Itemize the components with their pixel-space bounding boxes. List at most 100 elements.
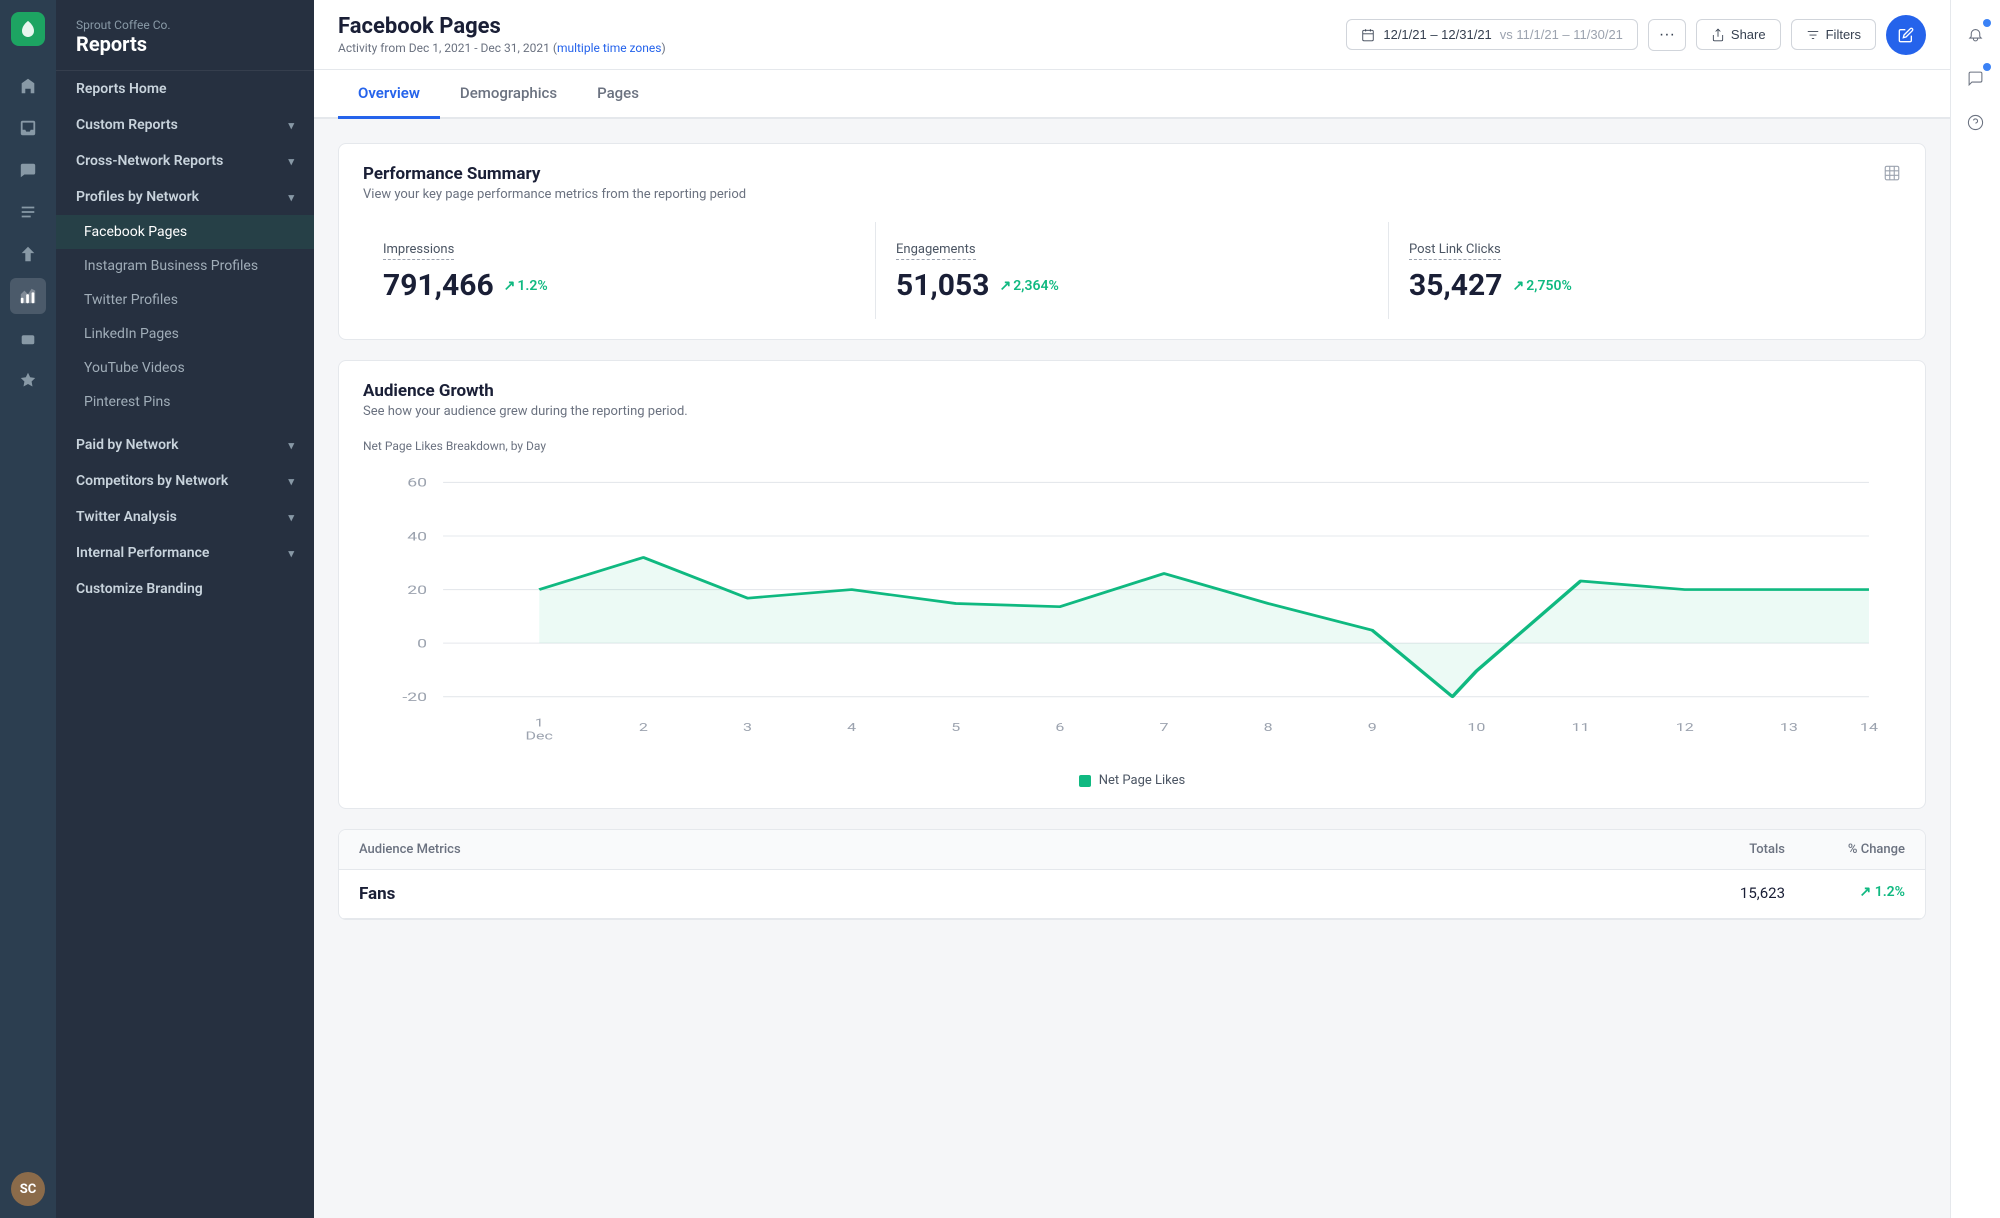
- sidebar-item-reports-home[interactable]: Reports Home: [56, 71, 314, 107]
- performance-summary-card: Performance Summary View your key page p…: [338, 143, 1926, 340]
- date-range-label: 12/1/21 – 12/31/21: [1383, 27, 1491, 42]
- svg-text:40: 40: [407, 529, 427, 543]
- help-icon[interactable]: [1958, 104, 1994, 140]
- audience-metrics-table: Audience Metrics Totals % Change Fans 15…: [338, 829, 1926, 920]
- svg-text:12: 12: [1676, 722, 1694, 735]
- up-arrow-icon: ↗: [504, 278, 516, 294]
- table-header-row: Audience Metrics Totals % Change: [339, 830, 1925, 870]
- sidebar: Sprout Coffee Co. Reports Reports Home C…: [56, 0, 314, 1218]
- svg-text:11: 11: [1572, 722, 1590, 735]
- engagements-metric: Engagements 51,053 ↗2,364%: [876, 222, 1389, 319]
- svg-text:1: 1: [535, 717, 544, 730]
- chevron-down-icon: ▾: [288, 511, 294, 524]
- audience-growth-header: Audience Growth See how your audience gr…: [363, 381, 1901, 419]
- svg-text:10: 10: [1467, 722, 1485, 735]
- nav-messages-icon[interactable]: [10, 152, 46, 188]
- chat-icon[interactable]: [1958, 60, 1994, 96]
- filters-button[interactable]: Filters: [1791, 19, 1876, 50]
- performance-summary-subtitle: View your key page performance metrics f…: [363, 187, 746, 202]
- audience-growth-title: Audience Growth: [363, 381, 688, 401]
- topbar-left: Facebook Pages Activity from Dec 1, 2021…: [338, 14, 666, 55]
- tab-pages[interactable]: Pages: [577, 70, 659, 119]
- notifications-icon[interactable]: [1958, 16, 1994, 52]
- table-icon[interactable]: [1883, 164, 1901, 186]
- nav-star-icon[interactable]: [10, 362, 46, 398]
- impressions-value: 791,466 ↗1.2%: [383, 268, 855, 303]
- nav-publish-icon[interactable]: [10, 236, 46, 272]
- svg-text:3: 3: [743, 722, 752, 735]
- impressions-change: ↗1.2%: [504, 278, 548, 294]
- logo-icon[interactable]: [11, 12, 45, 46]
- sidebar-sub-item-pinterest[interactable]: Pinterest Pins: [56, 385, 314, 419]
- post-link-clicks-value: 35,427 ↗2,750%: [1409, 268, 1881, 303]
- chevron-down-icon: ▾: [288, 547, 294, 560]
- nav-analytics-icon[interactable]: [10, 278, 46, 314]
- sidebar-item-customize-branding[interactable]: Customize Branding: [56, 571, 314, 607]
- chevron-down-icon: ▾: [288, 119, 294, 132]
- col-name-header: Audience Metrics: [359, 842, 1625, 857]
- svg-text:13: 13: [1780, 722, 1798, 735]
- tabs-bar: Overview Demographics Pages: [314, 70, 1950, 119]
- compare-range-label: vs 11/1/21 – 11/30/21: [1500, 27, 1623, 42]
- fans-label: Fans: [359, 884, 1625, 904]
- sidebar-item-paid-by-network[interactable]: Paid by Network ▾: [56, 427, 314, 463]
- sidebar-item-competitors-by-network[interactable]: Competitors by Network ▾: [56, 463, 314, 499]
- audience-growth-card: Audience Growth See how your audience gr…: [338, 360, 1926, 809]
- nav-tasks-icon[interactable]: [10, 194, 46, 230]
- audience-growth-chart: 60 40 20 0 -20 1 Dec 2 3 4 5 6 7: [363, 461, 1901, 761]
- nav-inbox-icon[interactable]: [10, 110, 46, 146]
- svg-text:0: 0: [417, 636, 427, 650]
- col-change-header: % Change: [1785, 842, 1905, 857]
- compose-button[interactable]: [1886, 15, 1926, 55]
- svg-text:14: 14: [1860, 722, 1878, 735]
- svg-text:2: 2: [639, 722, 648, 735]
- chat-badge: [1983, 63, 1991, 71]
- up-arrow-icon: ↗: [999, 278, 1011, 294]
- content-body: Performance Summary View your key page p…: [314, 119, 1950, 944]
- sidebar-sub-item-linkedin[interactable]: LinkedIn Pages: [56, 317, 314, 351]
- more-options-button[interactable]: ···: [1648, 19, 1686, 51]
- sidebar-item-internal-performance[interactable]: Internal Performance ▾: [56, 535, 314, 571]
- sidebar-item-twitter-analysis[interactable]: Twitter Analysis ▾: [56, 499, 314, 535]
- legend-dot: [1079, 775, 1091, 787]
- company-name: Sprout Coffee Co.: [76, 18, 294, 32]
- performance-summary-title: Performance Summary: [363, 164, 746, 184]
- sidebar-item-cross-network[interactable]: Cross-Network Reports ▾: [56, 143, 314, 179]
- chart-label: Net Page Likes Breakdown, by Day: [363, 439, 1901, 453]
- svg-text:4: 4: [847, 722, 856, 735]
- chevron-down-icon: ▾: [288, 475, 294, 488]
- topbar: Facebook Pages Activity from Dec 1, 2021…: [314, 0, 1950, 70]
- share-button[interactable]: Share: [1696, 19, 1781, 50]
- content-area: Overview Demographics Pages Performance …: [314, 70, 1950, 1218]
- nav-home-icon[interactable]: [10, 68, 46, 104]
- page-subtitle: Activity from Dec 1, 2021 - Dec 31, 2021…: [338, 41, 666, 55]
- sidebar-sub-item-youtube[interactable]: YouTube Videos: [56, 351, 314, 385]
- main-content: Facebook Pages Activity from Dec 1, 2021…: [314, 0, 1950, 1218]
- svg-text:6: 6: [1055, 722, 1064, 735]
- engagements-change: ↗2,364%: [999, 278, 1058, 294]
- sidebar-sub-item-instagram[interactable]: Instagram Business Profiles: [56, 249, 314, 283]
- svg-text:Dec: Dec: [526, 730, 553, 743]
- svg-text:7: 7: [1160, 722, 1169, 735]
- engagements-label: Engagements: [896, 242, 976, 260]
- chart-container: 60 40 20 0 -20 1 Dec 2 3 4 5 6 7: [363, 461, 1901, 761]
- sidebar-item-custom-reports[interactable]: Custom Reports ▾: [56, 107, 314, 143]
- sidebar-item-profiles-by-network[interactable]: Profiles by Network ▾: [56, 179, 314, 215]
- sidebar-sub-item-twitter[interactable]: Twitter Profiles: [56, 283, 314, 317]
- user-avatar[interactable]: SC: [11, 1172, 45, 1206]
- table-row: Fans 15,623 ↗ 1.2%: [339, 870, 1925, 919]
- date-range-button[interactable]: 12/1/21 – 12/31/21 vs 11/1/21 – 11/30/21: [1346, 19, 1638, 50]
- col-totals-header: Totals: [1625, 842, 1785, 857]
- nav-bot-icon[interactable]: [10, 320, 46, 356]
- svg-text:9: 9: [1368, 722, 1377, 735]
- impressions-label: Impressions: [383, 242, 454, 260]
- tab-overview[interactable]: Overview: [338, 70, 440, 119]
- fans-total: 15,623: [1625, 884, 1785, 904]
- post-link-clicks-label: Post Link Clicks: [1409, 242, 1501, 260]
- sidebar-sub-item-facebook-pages[interactable]: Facebook Pages: [56, 215, 314, 249]
- performance-summary-header: Performance Summary View your key page p…: [363, 164, 1901, 202]
- chart-legend: Net Page Likes: [363, 773, 1901, 788]
- sidebar-title: Reports: [76, 32, 294, 56]
- svg-text:60: 60: [407, 476, 427, 490]
- tab-demographics[interactable]: Demographics: [440, 70, 577, 119]
